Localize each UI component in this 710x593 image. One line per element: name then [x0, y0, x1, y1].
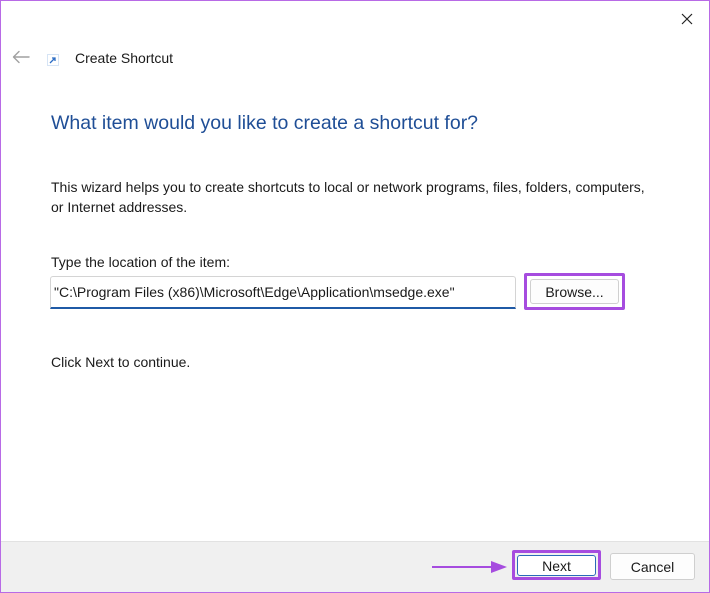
back-arrow-icon: [12, 50, 30, 64]
create-shortcut-window: Create Shortcut What item would you like…: [0, 0, 710, 593]
shortcut-icon: [47, 54, 59, 66]
location-input[interactable]: [50, 276, 516, 309]
browse-button[interactable]: Browse...: [530, 279, 619, 304]
next-button[interactable]: Next: [517, 555, 596, 576]
continue-instruction: Click Next to continue.: [51, 354, 191, 370]
cancel-button[interactable]: Cancel: [610, 553, 695, 580]
page-heading: What item would you like to create a sho…: [51, 112, 479, 134]
location-label: Type the location of the item:: [51, 254, 230, 270]
intro-text: This wizard helps you to create shortcut…: [51, 179, 645, 215]
pointer-arrow-icon: [432, 561, 507, 573]
close-button[interactable]: [665, 1, 709, 37]
footer-bar: [1, 541, 709, 592]
back-button[interactable]: [7, 43, 35, 71]
close-icon: [681, 13, 693, 25]
window-title: Create Shortcut: [75, 50, 174, 66]
